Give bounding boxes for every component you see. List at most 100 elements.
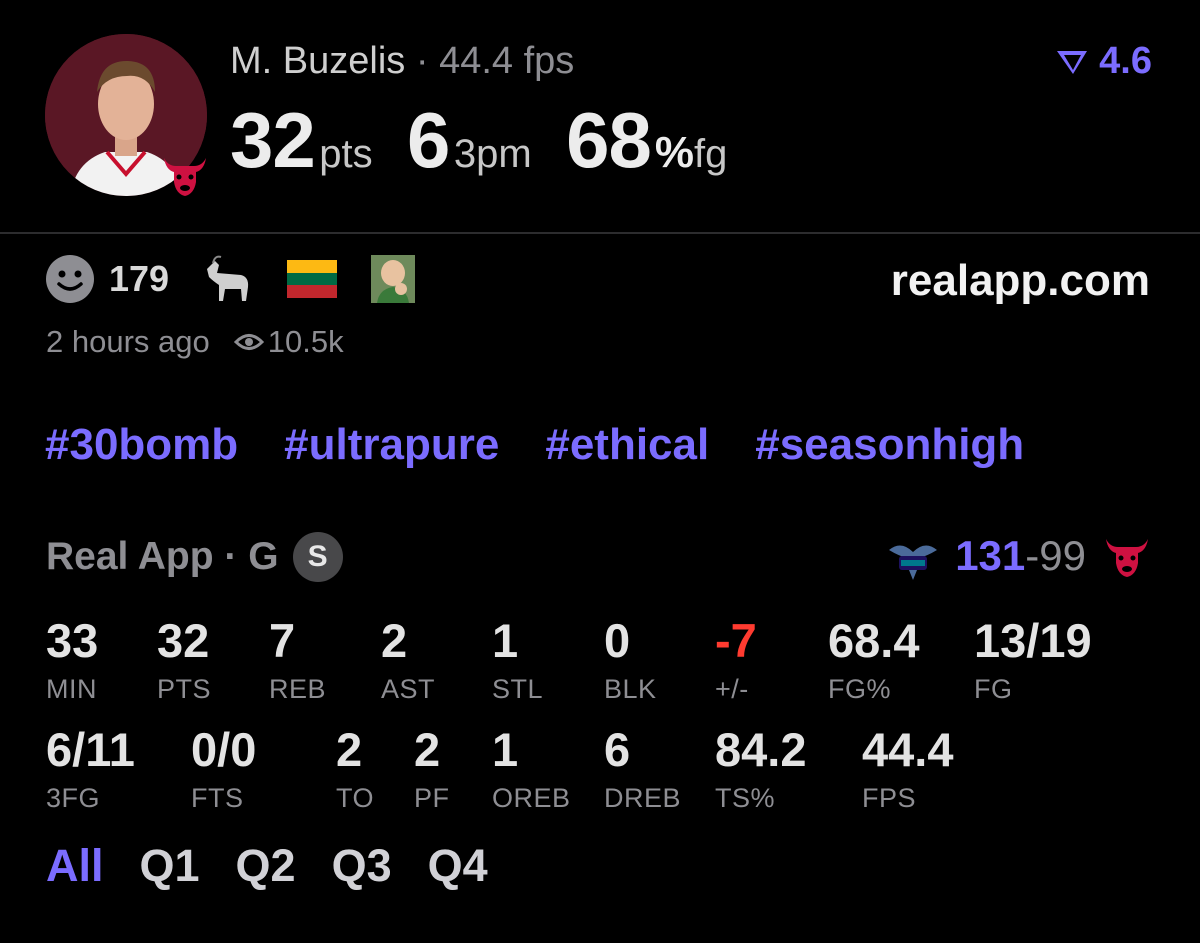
stat-label: PTS bbox=[157, 674, 212, 704]
stat-label: FPS bbox=[862, 783, 917, 813]
stat-fps: 44.4 FPS bbox=[862, 726, 953, 814]
hashtag-ultrapure[interactable]: #ultrapure bbox=[284, 420, 499, 470]
stat-label: BLK bbox=[604, 674, 657, 704]
stat-value: 2 bbox=[414, 723, 441, 776]
player-line: M. Buzelis · 44.4 fps bbox=[230, 40, 574, 83]
stat-value: 2 bbox=[336, 723, 363, 776]
tab-q4[interactable]: Q4 bbox=[428, 840, 488, 892]
stat-plus-minus: -7 +/- bbox=[715, 617, 757, 705]
reactions-row: 179 bbox=[45, 254, 416, 304]
score-home: 131 bbox=[955, 532, 1026, 579]
stat-value: 44.4 bbox=[862, 723, 954, 776]
hashtags: #30bomb #ultrapure #ethical #seasonhigh bbox=[45, 420, 1024, 470]
stat-blk: 0 BLK bbox=[604, 617, 657, 705]
source-row: Real App · G S bbox=[46, 532, 343, 582]
headline-stats: 32 pts 6 3pm 68%fg bbox=[230, 95, 757, 186]
stat-label: MIN bbox=[46, 674, 97, 704]
source-label: Real App · G bbox=[46, 535, 279, 578]
stat-label: PF bbox=[414, 783, 450, 813]
headline-fg-unit: fg bbox=[694, 132, 728, 176]
tab-q3[interactable]: Q3 bbox=[332, 840, 392, 892]
bulls-logo-icon bbox=[160, 152, 210, 198]
reaction-count: 179 bbox=[109, 258, 170, 299]
tab-all[interactable]: All bbox=[46, 840, 104, 892]
score-separator: - bbox=[1025, 532, 1040, 579]
view-count: 10.5k bbox=[267, 324, 344, 359]
stat-value: 84.2 bbox=[715, 723, 807, 776]
stat-reb: 7 REB bbox=[269, 617, 326, 705]
site-link[interactable]: realapp.com bbox=[891, 256, 1150, 306]
success-kid-emoji[interactable] bbox=[371, 255, 416, 303]
stat-value: 6/11 bbox=[46, 723, 135, 776]
goat-emoji[interactable] bbox=[201, 255, 253, 303]
smiley-icon[interactable] bbox=[45, 254, 95, 304]
hashtag-ethical[interactable]: #ethical bbox=[545, 420, 709, 470]
view-count-group: 10.5k bbox=[233, 324, 344, 360]
stat-dreb: 6 DREB bbox=[604, 726, 681, 814]
stat-label: FG bbox=[974, 674, 1013, 704]
hashtag-30bomb[interactable]: #30bomb bbox=[45, 420, 238, 470]
eye-icon bbox=[233, 334, 264, 350]
stat-fts: 0/0 FTS bbox=[191, 726, 256, 814]
lithuania-flag-emoji[interactable] bbox=[287, 260, 338, 298]
stat-min: 33 MIN bbox=[46, 617, 98, 705]
rating[interactable]: 4.6 bbox=[1055, 40, 1152, 83]
stat-pts: 32 PTS bbox=[157, 617, 211, 705]
stat-value: 2 bbox=[381, 614, 408, 667]
stat-label: +/- bbox=[715, 674, 749, 704]
stat-label: OREB bbox=[492, 783, 571, 813]
score-away: 99 bbox=[1039, 532, 1086, 579]
score-text: 131-99 bbox=[955, 532, 1086, 580]
stat-oreb: 1 OREB bbox=[492, 726, 571, 814]
stat-value: 13/19 bbox=[974, 614, 1092, 667]
stat-value: 33 bbox=[46, 614, 99, 667]
game-score[interactable]: 131-99 bbox=[887, 530, 1152, 582]
stat-value: 0/0 bbox=[191, 723, 257, 776]
meta-row: 2 hours ago 10.5k bbox=[46, 324, 344, 360]
stat-label: TO bbox=[336, 783, 375, 813]
post-time: 2 hours ago bbox=[46, 324, 210, 359]
headline-threes-unit: 3pm bbox=[453, 132, 532, 176]
stat-pf: 2 PF bbox=[414, 726, 450, 814]
stat-label: 3FG bbox=[46, 783, 101, 813]
hornets-logo bbox=[889, 545, 938, 580]
stat-fg-pct: 68.4 FG% bbox=[828, 617, 919, 705]
quarter-tabs: All Q1 Q2 Q3 Q4 bbox=[46, 840, 488, 892]
separator-dot: · bbox=[415, 40, 429, 82]
real-logo-icon bbox=[1056, 51, 1087, 74]
stat-value: 1 bbox=[492, 614, 519, 667]
hashtag-seasonhigh[interactable]: #seasonhigh bbox=[755, 420, 1024, 470]
stat-to: 2 TO bbox=[336, 726, 374, 814]
stat-value: 68.4 bbox=[828, 614, 920, 667]
headline-points: 32 bbox=[230, 96, 316, 184]
headline-points-unit: pts bbox=[319, 132, 373, 176]
stat-value: -7 bbox=[715, 614, 757, 667]
headline-pct-sign: % bbox=[654, 128, 695, 177]
stat-ts-pct: 84.2 TS% bbox=[715, 726, 806, 814]
stat-stl: 1 STL bbox=[492, 617, 543, 705]
player-name[interactable]: M. Buzelis bbox=[230, 40, 405, 82]
headline-fg-pct: 68 bbox=[566, 96, 652, 184]
player-fps: 44.4 fps bbox=[439, 40, 575, 82]
bulls-logo bbox=[1106, 539, 1148, 577]
stat-value: 32 bbox=[157, 614, 210, 667]
stat-label: FTS bbox=[191, 783, 244, 813]
stat-ast: 2 AST bbox=[381, 617, 435, 705]
stat-value: 6 bbox=[604, 723, 631, 776]
stat-label: TS% bbox=[715, 783, 776, 813]
divider bbox=[0, 232, 1200, 234]
stat-value: 1 bbox=[492, 723, 519, 776]
stat-label: AST bbox=[381, 674, 436, 704]
stat-label: STL bbox=[492, 674, 544, 704]
stat-value: 7 bbox=[269, 614, 296, 667]
stat-label: DREB bbox=[604, 783, 682, 813]
rating-value: 4.6 bbox=[1099, 40, 1152, 82]
stat-3fg: 6/11 3FG bbox=[46, 726, 135, 814]
headline-threes: 6 bbox=[407, 96, 450, 184]
stat-label: FG% bbox=[828, 674, 892, 704]
tab-q2[interactable]: Q2 bbox=[236, 840, 296, 892]
tab-q1[interactable]: Q1 bbox=[140, 840, 200, 892]
stat-fg: 13/19 FG bbox=[974, 617, 1092, 705]
stat-value: 0 bbox=[604, 614, 631, 667]
stat-label: REB bbox=[269, 674, 327, 704]
